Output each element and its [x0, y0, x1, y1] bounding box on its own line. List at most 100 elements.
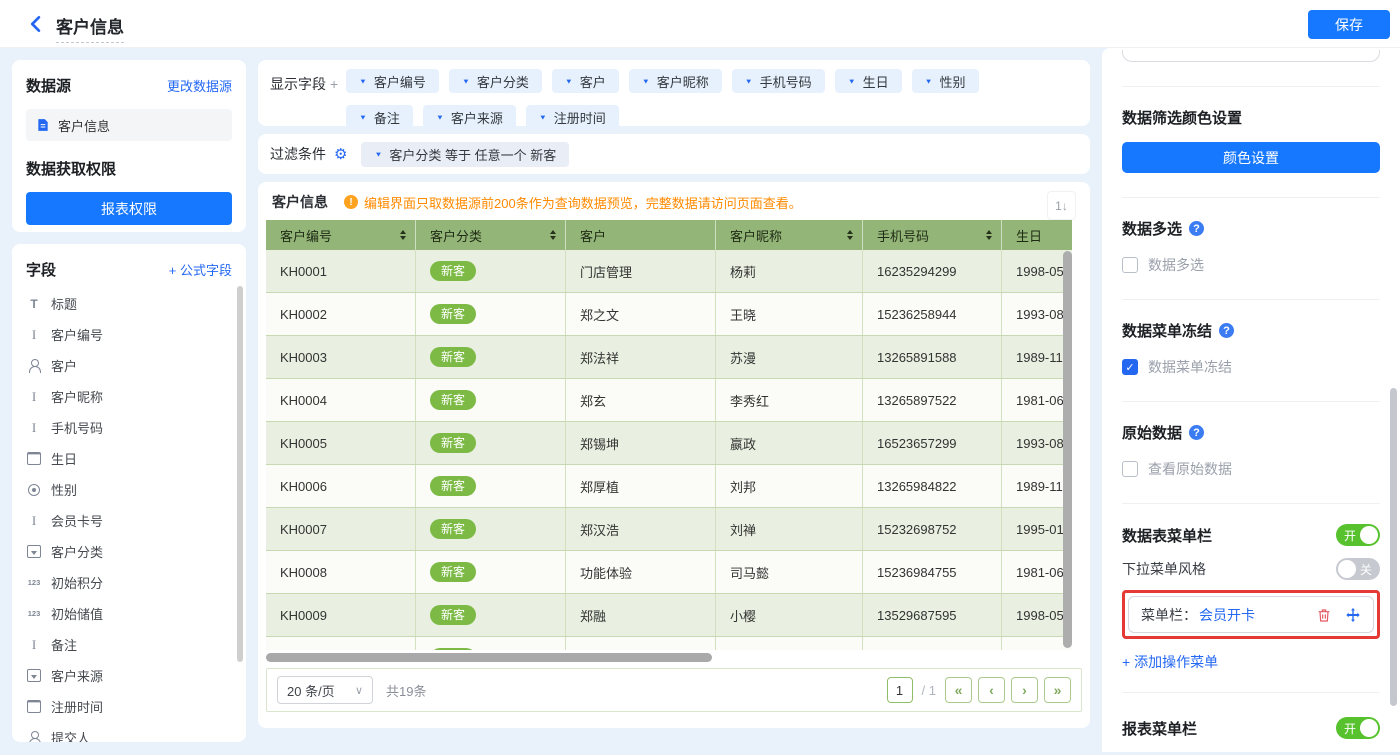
cell-phone: 15236984755: [863, 551, 1002, 593]
current-page-input[interactable]: 1: [887, 677, 913, 703]
raw-data-checkbox[interactable]: [1122, 461, 1138, 477]
field-item[interactable]: 客户编号: [26, 319, 232, 350]
table-row[interactable]: KH0001 新客 门店管理 杨莉 16235294299 1998-05: [266, 250, 1072, 293]
table-header-cell[interactable]: 客户昵称: [716, 220, 863, 250]
display-field-chip[interactable]: ▼ 手机号码: [732, 69, 825, 93]
cell-customer: 功能体验: [566, 551, 716, 593]
pagination-nav-button[interactable]: ‹: [978, 677, 1005, 703]
field-item[interactable]: 性别: [26, 474, 232, 505]
table-row[interactable]: KH0003 新客 郑法祥 苏漫 13265891588 1989-11: [266, 336, 1072, 379]
display-field-chip[interactable]: ▼ 性别: [912, 69, 979, 93]
menu-item-value[interactable]: 会员开卡: [1199, 605, 1255, 625]
pagination-nav-button[interactable]: »: [1044, 677, 1071, 703]
field-item[interactable]: 备注: [26, 629, 232, 660]
category-badge: 新客: [430, 390, 476, 410]
field-item[interactable]: 生日: [26, 443, 232, 474]
trash-icon[interactable]: [1316, 607, 1332, 623]
field-item[interactable]: 初始积分: [26, 567, 232, 598]
display-field-chip[interactable]: ▼ 客户来源: [423, 105, 516, 129]
move-icon[interactable]: [1345, 607, 1361, 623]
table-horizontal-scrollbar[interactable]: [266, 653, 712, 662]
table-header-cell[interactable]: 客户编号: [266, 220, 416, 250]
settings-scrollbar[interactable]: [1390, 388, 1397, 706]
sort-order-icon[interactable]: 1↓: [1047, 191, 1076, 220]
field-item[interactable]: 手机号码: [26, 412, 232, 443]
total-count: 共19条: [386, 681, 426, 700]
sort-arrows-icon[interactable]: [847, 227, 853, 243]
dropdown-style-toggle[interactable]: 关: [1336, 558, 1380, 580]
table-row[interactable]: KH0005 新客 郑锡坤 嬴政 16523657299 1993-08: [266, 422, 1072, 465]
cell-nickname: 王晓: [716, 293, 863, 335]
cell-birthday: 1993-08: [1002, 422, 1072, 464]
field-item[interactable]: 提交人: [26, 722, 232, 742]
sort-arrows-icon[interactable]: [400, 227, 406, 243]
table-row[interactable]: 新客: [266, 637, 1072, 650]
sort-arrows-icon[interactable]: [550, 227, 556, 243]
dropdown-style-label: 下拉菜单风格: [1122, 559, 1206, 579]
field-item[interactable]: 会员卡号: [26, 505, 232, 536]
datasource-item[interactable]: 客户信息: [26, 109, 232, 141]
fields-scrollbar[interactable]: [237, 286, 243, 662]
chevron-down-icon: ▼: [925, 77, 933, 85]
cell-nickname: 司马懿: [716, 551, 863, 593]
field-item[interactable]: 注册时间: [26, 691, 232, 722]
help-icon[interactable]: ?: [1219, 323, 1234, 338]
multiselect-checkbox[interactable]: [1122, 257, 1138, 273]
color-settings-button[interactable]: 颜色设置: [1122, 142, 1380, 173]
field-item[interactable]: 客户分类: [26, 536, 232, 567]
freeze-checkbox[interactable]: [1122, 359, 1138, 375]
display-field-chip[interactable]: ▼ 备注: [346, 105, 413, 129]
table-header-cell[interactable]: 生日: [1002, 220, 1072, 250]
field-item-label: 客户分类: [51, 542, 103, 561]
field-item[interactable]: 客户: [26, 350, 232, 381]
chip-label: 客户编号: [374, 72, 426, 91]
page-size-select[interactable]: 20 条/页 ∨: [277, 676, 373, 704]
change-datasource-link[interactable]: 更改数据源: [167, 76, 232, 95]
help-icon[interactable]: ?: [1189, 425, 1204, 440]
display-field-chip[interactable]: ▼ 客户昵称: [629, 69, 722, 93]
cell-nickname: 刘禅: [716, 508, 863, 550]
gear-icon[interactable]: ⚙: [334, 147, 347, 162]
field-item[interactable]: 客户来源: [26, 660, 232, 691]
add-action-menu-link[interactable]: + 添加操作菜单: [1122, 652, 1380, 672]
field-item[interactable]: 客户昵称: [26, 381, 232, 412]
table-row[interactable]: KH0002 新客 郑之文 王晓 15236258944 1993-08: [266, 293, 1072, 336]
sort-arrows-icon[interactable]: [986, 227, 992, 243]
help-icon[interactable]: ?: [1189, 221, 1204, 236]
display-field-chip[interactable]: ▼ 客户: [552, 69, 619, 93]
table-header-cell[interactable]: 手机号码: [863, 220, 1002, 250]
table-menu-item-row[interactable]: 菜单栏： 会员开卡: [1128, 596, 1374, 633]
chip-label: 手机号码: [760, 72, 812, 91]
table-row[interactable]: KH0009 新客 郑融 小樱 13529687595 1998-05: [266, 594, 1072, 637]
field-item[interactable]: 初始储值: [26, 598, 232, 629]
table-row[interactable]: KH0008 新客 功能体验 司马懿 15236984755 1981-06: [266, 551, 1072, 594]
add-display-field-button[interactable]: +: [330, 76, 338, 92]
display-field-chip[interactable]: ▼ 客户编号: [346, 69, 439, 93]
settings-panel: 数据筛选颜色设置 颜色设置 数据多选 ? 数据多选 数据菜单冻结 ? 数据菜单冻…: [1102, 48, 1400, 752]
table-vertical-scrollbar[interactable]: [1063, 251, 1072, 648]
pagination-nav-button[interactable]: ›: [1011, 677, 1038, 703]
table-row[interactable]: KH0004 新客 郑玄 李秀红 13265897522 1981-06: [266, 379, 1072, 422]
cell-customer: [566, 637, 716, 650]
add-formula-field-link[interactable]: + 公式字段: [169, 260, 232, 279]
field-type-icon: [26, 328, 42, 342]
report-permission-button[interactable]: 报表权限: [26, 192, 232, 225]
save-button[interactable]: 保存: [1308, 10, 1390, 39]
back-icon[interactable]: [26, 14, 46, 34]
table-row[interactable]: KH0006 新客 郑厚植 刘邦 13265984822 1989-11: [266, 465, 1072, 508]
field-type-icon: [26, 514, 42, 528]
cell-customer: 郑汉浩: [566, 508, 716, 550]
pagination-nav-button[interactable]: «: [945, 677, 972, 703]
table-menubar-toggle[interactable]: 开: [1336, 524, 1380, 546]
field-item[interactable]: 标题: [26, 288, 232, 319]
field-item-label: 标题: [51, 294, 77, 313]
table-row[interactable]: KH0007 新客 郑汉浩 刘禅 15232698752 1995-01: [266, 508, 1072, 551]
display-field-chip[interactable]: ▼ 客户分类: [449, 69, 542, 93]
display-field-chip[interactable]: ▼ 生日: [835, 69, 902, 93]
table-header-cell[interactable]: 客户分类: [416, 220, 566, 250]
category-badge: 新客: [430, 433, 476, 453]
report-menubar-toggle[interactable]: 开: [1336, 717, 1380, 739]
display-field-chip[interactable]: ▼ 注册时间: [526, 105, 619, 129]
table-header-cell[interactable]: 客户: [566, 220, 716, 250]
filter-condition-chip[interactable]: ▼ 客户分类 等于 任意一个 新客: [361, 142, 569, 167]
